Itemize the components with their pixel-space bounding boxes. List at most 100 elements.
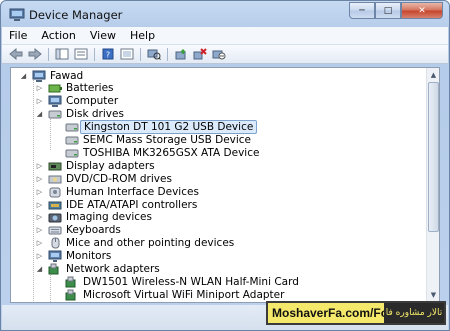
show-hide-console-tree-icon[interactable] [53, 47, 70, 62]
scan-hardware-icon[interactable] [145, 47, 162, 62]
tree-category-mice-and-other-pointing-devices[interactable]: ▷ Mice and other pointing devices [35, 237, 234, 250]
vertical-scrollbar[interactable]: ▲ ▼ [426, 68, 439, 302]
tree-category-batteries[interactable]: ▷ Batteries [35, 82, 114, 95]
uninstall-icon[interactable] [191, 47, 208, 62]
tree-node-label: Monitors [66, 250, 112, 263]
tree-node-label: Microsoft Virtual WiFi Miniport Adapter [83, 288, 285, 301]
mouse-icon [51, 237, 60, 249]
tree-category-computer[interactable]: ▷ Computer [35, 95, 118, 108]
expand-icon[interactable]: ▷ [35, 161, 44, 170]
update-driver-icon[interactable] [172, 47, 189, 62]
hid-icon [49, 187, 61, 198]
tree-node-label: Keyboards [66, 224, 121, 237]
watermark-banner: MoshaverFa.com/Forum تالار مشاوره فا [266, 301, 446, 325]
tree-category-ide-ata-atapi-controllers[interactable]: ▷ IDE ATA/ATAPI controllers [35, 198, 198, 211]
tree-node-label: Disk drives [66, 108, 124, 121]
device-tree-pane[interactable]: ◢ Fawad ▷ Batteries ▷ Computer ◢ Disk drives Kin… [10, 67, 440, 303]
tree-category-dvd-cd-rom-drives[interactable]: ▷ DVD/CD-ROM drives [35, 172, 172, 185]
tree-node-label: TOSHIBA MK3265GSX ATA Device [83, 146, 260, 159]
monitor-icon [48, 250, 62, 263]
battery-icon [48, 84, 62, 93]
disk-drive-icon [65, 149, 79, 158]
expand-icon[interactable]: ▷ [35, 200, 44, 209]
menu-action[interactable]: Action [34, 29, 82, 42]
tree-category-display-adapters[interactable]: ▷ Display adapters [35, 159, 155, 172]
tree-category-human-interface-devices[interactable]: ▷ Human Interface Devices [35, 185, 199, 198]
tree-node-label: Network adapters [66, 263, 160, 275]
computer-icon [32, 70, 46, 82]
collapse-icon[interactable]: ◢ [19, 71, 28, 80]
toolbar-separator [167, 47, 168, 61]
tree-node-label: Fawad [50, 69, 84, 82]
disk-drive-icon [48, 110, 62, 119]
expand-icon[interactable]: ▷ [35, 97, 44, 106]
tree-category-monitors[interactable]: ▷ Monitors [35, 250, 111, 263]
ide-controller-icon [48, 201, 62, 209]
computer-icon [48, 95, 62, 108]
toolbar: ? [2, 45, 448, 64]
forward-icon[interactable] [26, 47, 43, 62]
tree-category-disk-drives[interactable]: ◢ Disk drives [35, 108, 124, 121]
network-adapter-icon [65, 276, 76, 288]
tree-device-toshiba-mk3265gsx-ata-device[interactable]: TOSHIBA MK3265GSX ATA Device [52, 146, 259, 159]
expand-icon[interactable]: ▷ [35, 252, 44, 261]
title-bar[interactable]: Device Manager ─ □ ✕ [1, 1, 449, 29]
tree-category-keyboards[interactable]: ▷ Keyboards [35, 224, 121, 237]
help-icon[interactable]: ? [99, 47, 116, 62]
expand-icon[interactable]: ▷ [35, 226, 44, 235]
network-adapter-icon [65, 302, 79, 303]
tree-node-label: DVD/CD-ROM drives [66, 172, 172, 185]
tree-device-kingston-dt-101-g2-usb-device[interactable]: Kingston DT 101 G2 USB Device [52, 120, 258, 135]
collapse-icon[interactable]: ◢ [35, 110, 44, 119]
tree-category-network-adapters[interactable]: ◢ Network adapters [35, 263, 160, 276]
scroll-down-icon[interactable]: ▼ [428, 289, 439, 300]
menu-help[interactable]: Help [123, 29, 162, 42]
disable-icon[interactable] [210, 47, 227, 62]
watermark-fa-text: تالار مشاوره فا [384, 303, 444, 323]
tree-node-label: VirtualBox Host-Only Ethernet Adapter [83, 302, 286, 303]
network-adapter-icon [65, 289, 76, 301]
tree-device-virtualbox-host-only-ethernet-adapter[interactable]: VirtualBox Host-Only Ethernet Adapter [52, 301, 286, 303]
tree-node-label: Human Interface Devices [66, 185, 199, 198]
tree-root-computer[interactable]: ◢ Fawad [19, 69, 83, 82]
refresh-icon[interactable] [118, 47, 135, 62]
menu-file[interactable]: File [2, 29, 34, 42]
expand-icon[interactable]: ▷ [35, 174, 44, 183]
expand-icon[interactable]: ▷ [35, 84, 44, 93]
tree-device-semc-mass-storage-usb-device[interactable]: SEMC Mass Storage USB Device [52, 134, 251, 147]
scroll-up-icon[interactable]: ▲ [428, 69, 439, 80]
tree-node-label: Kingston DT 101 G2 USB Device [80, 120, 258, 135]
tree-node-label: Mice and other pointing devices [66, 237, 235, 250]
close-button[interactable]: ✕ [401, 2, 443, 19]
display-adapter-icon [48, 162, 62, 171]
scrollbar-thumb[interactable] [428, 82, 439, 232]
toolbar-separator [94, 47, 95, 61]
expand-icon[interactable]: ▷ [35, 187, 44, 196]
window-controls: ─ □ ✕ [349, 2, 443, 20]
device-manager-window: Device Manager ─ □ ✕ File Action View He… [0, 0, 450, 331]
disk-drive-icon [65, 136, 79, 145]
dvd-drive-icon [48, 175, 62, 184]
svg-text:?: ? [105, 51, 109, 60]
tree-node-label: DW1501 Wireless-N WLAN Half-Mini Card [83, 275, 299, 288]
tree-device-microsoft-virtual-wifi-miniport-adapter[interactable]: Microsoft Virtual WiFi Miniport Adapter [52, 288, 284, 301]
menu-view[interactable]: View [83, 29, 123, 42]
tree-node-label: SEMC Mass Storage USB Device [83, 134, 252, 146]
back-icon[interactable] [7, 47, 24, 62]
minimize-button[interactable]: ─ [349, 2, 375, 19]
tree-node-label: Imaging devices [66, 211, 152, 224]
expand-icon[interactable]: ▷ [35, 239, 44, 248]
toolbar-separator [48, 47, 49, 61]
tree-node-label: Display adapters [66, 159, 155, 172]
tree-node-label: Batteries [66, 82, 114, 95]
tree-device-dw1501-wireless-n-wlan-half-mini-card[interactable]: DW1501 Wireless-N WLAN Half-Mini Card [52, 275, 299, 288]
expand-icon[interactable]: ▷ [35, 213, 44, 222]
tree-category-imaging-devices[interactable]: ▷ Imaging devices [35, 211, 152, 224]
maximize-button[interactable]: □ [375, 2, 401, 19]
collapse-icon[interactable]: ◢ [35, 265, 44, 274]
properties-icon[interactable] [72, 47, 89, 62]
